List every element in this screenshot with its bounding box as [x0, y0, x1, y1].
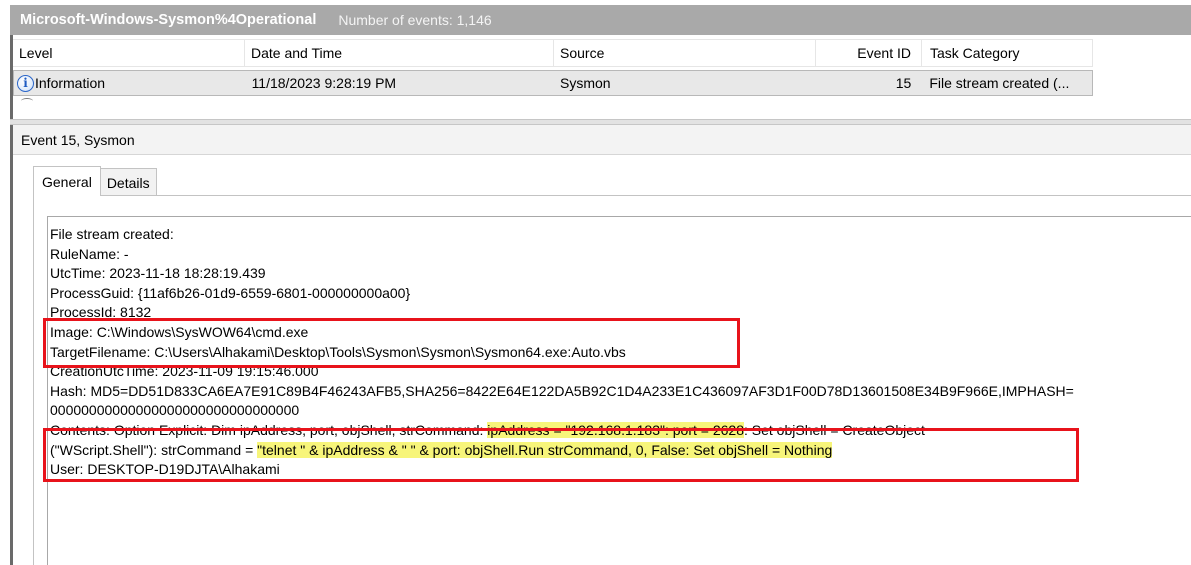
description-line: CreationUtcTime: 2023-11-09 19:15:46.000: [50, 363, 319, 380]
description-line: Hash: MD5=DD51D833CA6EA7E91C89B4F46243AF…: [50, 382, 1074, 399]
table-row[interactable]: i Information 11/18/2023 9:28:19 PM Sysm…: [13, 70, 1093, 96]
column-header-source[interactable]: Source: [554, 40, 816, 66]
description-line: UtcTime: 2023-11-18 18:28:19.439: [50, 265, 266, 282]
event-count: Number of events: 1,146: [338, 12, 492, 28]
contents-text: : Set objShell = CreateObject: [743, 421, 925, 438]
next-row-icon-peek: [21, 98, 33, 104]
information-icon: i: [17, 74, 34, 92]
column-header-event-id[interactable]: Event ID: [816, 40, 922, 66]
events-grid-header: Level Date and Time Source Event ID Task…: [13, 39, 1093, 67]
description-line-clipped: 00000000000000000000000000000000: [50, 402, 300, 417]
detail-tabs: General Details: [33, 166, 157, 196]
column-header-task-category[interactable]: Task Category: [922, 40, 1093, 66]
cell-level-text: Information: [35, 75, 106, 91]
log-name: Microsoft-Windows-Sysmon%4Operational: [20, 12, 317, 28]
events-list[interactable]: Level Date and Time Source Event ID Task…: [10, 35, 1191, 119]
column-header-date-time[interactable]: Date and Time: [245, 40, 554, 66]
event-detail-pane: Event 15, Sysmon General Details File st…: [10, 125, 1191, 565]
description-line: RuleName: -: [50, 245, 129, 262]
tab-details[interactable]: Details: [99, 168, 157, 196]
cell-task-category: File stream created (...: [929, 75, 1070, 91]
description-line: TargetFilename: C:\Users\Alhakami\Deskto…: [50, 343, 626, 360]
log-title-bar: Microsoft-Windows-Sysmon%4Operational Nu…: [10, 5, 1191, 35]
description-line: Image: C:\Windows\SysWOW64\cmd.exe: [50, 323, 309, 340]
description-line: 00000000000000000000000000000000: [50, 401, 1191, 421]
cell-level: i Information: [14, 71, 246, 95]
event-description-text[interactable]: File stream created: RuleName: - UtcTime…: [47, 216, 1191, 565]
cell-source: Sysmon: [559, 75, 611, 91]
description-line: ProcessGuid: {11af6b26-01d9-6559-6801-00…: [50, 284, 411, 301]
event-detail-title: Event 15, Sysmon: [13, 125, 1191, 155]
description-line-clipped: ProcessId: 8132: [50, 304, 152, 319]
cell-event-id: 15: [895, 75, 912, 91]
contents-text: Contents: Option Explicit: Dim ipAddress…: [50, 421, 488, 438]
tab-general[interactable]: General: [33, 166, 101, 196]
description-line: ProcessId: 8132: [50, 303, 1191, 323]
cell-date-time: 11/18/2023 9:28:19 PM: [251, 75, 397, 91]
contents-text: ("WScript.Shell"): strCommand =: [50, 441, 258, 458]
description-line: File stream created:: [50, 226, 174, 242]
description-line-contents: ("WScript.Shell"): strCommand = "telnet …: [50, 441, 1191, 461]
highlighted-text: "telnet " & ipAddress & " " & port: objS…: [257, 441, 833, 458]
column-header-level[interactable]: Level: [13, 40, 245, 66]
general-tab-body: File stream created: RuleName: - UtcTime…: [33, 195, 1191, 565]
description-line: User: DESKTOP-D19DJTA\Alhakami: [50, 461, 280, 478]
description-line-contents: Contents: Option Explicit: Dim ipAddress…: [50, 421, 1191, 441]
highlighted-text: ipAddress = "192.168.1.183": port = 2628: [487, 421, 744, 438]
